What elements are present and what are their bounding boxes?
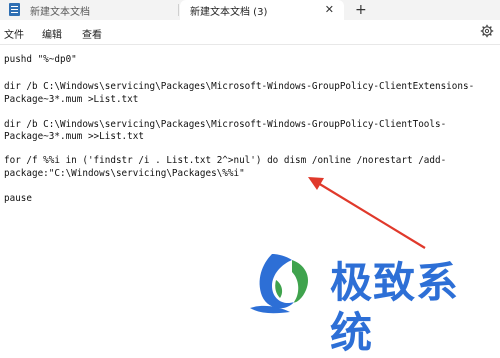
editor-line: Package~3*.mum >List.txt (4, 94, 139, 105)
editor-line: for /f %%i in ('findstr /i . List.txt 2^… (4, 155, 447, 166)
tab-label: 新建文本文档 (30, 6, 90, 18)
editor-line: pause (4, 193, 32, 204)
editor-line: dir /b C:\Windows\servicing\Packages\Mic… (4, 119, 447, 130)
tab-inactive[interactable]: 新建文本文档 (30, 0, 180, 20)
editor-line: pushd "%~dp0" (4, 54, 77, 65)
menu-edit[interactable]: 编辑 (42, 26, 62, 41)
close-icon[interactable]: ✕ (325, 3, 334, 17)
new-tab-button[interactable]: + (355, 1, 367, 19)
editor-line: Package~3*.mum >>List.txt (4, 131, 144, 142)
editor-line: dir /b C:\Windows\servicing\Packages\Mic… (4, 81, 475, 92)
tab-divider (178, 4, 179, 16)
menu-bar: 文件 编辑 查看 (0, 20, 500, 45)
watermark-logo (250, 254, 309, 314)
gear-icon[interactable] (480, 24, 494, 38)
tab-active[interactable]: 新建文本文档 (3) ✕ (180, 0, 344, 20)
watermark-text: 极致系统 (330, 258, 460, 357)
menu-view[interactable]: 查看 (82, 26, 102, 41)
editor-line: package:"C:\Windows\servicing\Packages\%… (4, 168, 245, 179)
menu-file[interactable]: 文件 (4, 26, 24, 41)
title-bar: 新建文本文档 新建文本文档 (3) ✕ + (0, 0, 500, 20)
notepad-icon (9, 3, 20, 16)
tab-label: 新建文本文档 (3) (190, 6, 268, 18)
